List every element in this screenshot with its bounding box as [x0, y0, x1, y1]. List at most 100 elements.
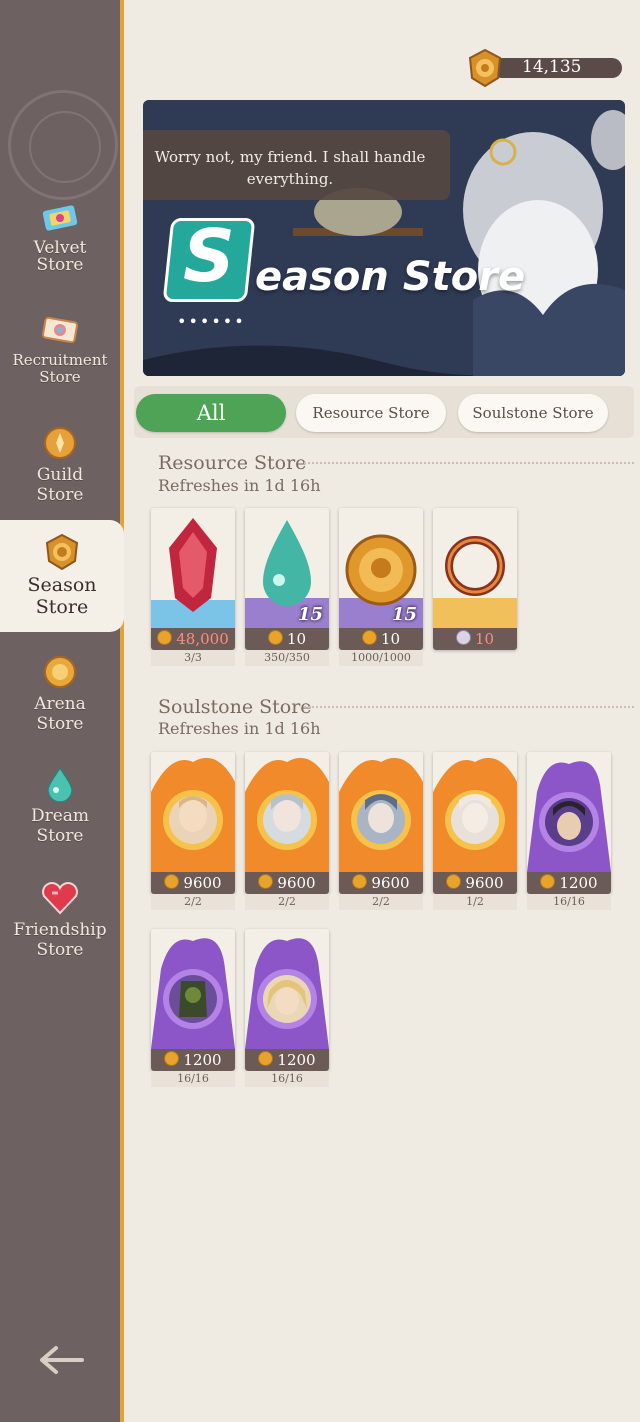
item-price: 9600 [151, 872, 235, 894]
sidebar-item-recruitment-store[interactable]: Recruitment Store [0, 312, 120, 396]
soulstone-item-card[interactable]: 9600 1/2 [433, 752, 517, 910]
soulstone-item-card[interactable]: 1200 16/16 [245, 929, 329, 1087]
sidebar-item-guild-store[interactable]: Guild Store [0, 425, 120, 515]
item-quantity: 15 [391, 604, 417, 625]
sidebar-item-arena-store[interactable]: Arena Store [0, 654, 120, 744]
soulstone-item-card[interactable]: 1200 16/16 [527, 752, 611, 910]
currency-display: 14,135 [468, 49, 622, 87]
sidebar: Velvet Store Recruitment Store Guild Sto… [0, 0, 124, 1422]
store-filter-tabs: All Resource Store Soulstone Store [134, 386, 634, 438]
item-purchase-limit: 1/2 [433, 894, 517, 910]
item-purchase-limit: 2/2 [245, 894, 329, 910]
item-price-value: 10 [474, 630, 495, 648]
tab-all[interactable]: All [136, 394, 286, 432]
fire-soulstone-art [151, 752, 235, 872]
resource-item-card[interactable]: 15 10 1000/1000 [339, 508, 423, 666]
coin-icon [540, 874, 556, 889]
sidebar-label-line2: Store [39, 368, 81, 386]
coin-icon [164, 874, 180, 889]
velvet-ticket-icon [42, 205, 78, 231]
resource-store-title: Resource Store [158, 452, 634, 474]
season-logo-letter: S [183, 214, 235, 298]
sidebar-item-dream-store[interactable]: Dream Store [0, 766, 120, 856]
red-crystal-art [151, 508, 235, 628]
item-face: 1200 [527, 752, 611, 894]
item-purchase-limit: 2/2 [151, 894, 235, 910]
resource-item-card[interactable]: 48,000 3/3 [151, 508, 235, 666]
soulstone-item-card[interactable]: 1200 16/16 [151, 929, 235, 1087]
tab-soulstone-store[interactable]: Soulstone Store [458, 394, 608, 432]
item-price-value: 48,000 [176, 630, 229, 648]
sidebar-label-line2: Store [36, 255, 84, 275]
season-store-banner: Worry not, my friend. I shall handle eve… [143, 100, 625, 376]
sidebar-label-line2: Store [36, 826, 84, 846]
item-face: 1200 [151, 929, 235, 1071]
item-price-value: 10 [380, 630, 401, 648]
item-price: 10 [339, 628, 423, 650]
item-price: 48,000 [151, 628, 235, 650]
item-price: 1200 [151, 1049, 235, 1071]
item-price-value: 9600 [465, 874, 504, 892]
item-price: 1200 [245, 1049, 329, 1071]
coin-icon [352, 874, 368, 889]
purple-soulstone-art [527, 752, 611, 872]
sidebar-label-line1: Guild [36, 465, 84, 485]
item-price-value: 9600 [277, 874, 316, 892]
sidebar-item-velvet-store[interactable]: Velvet Store [0, 200, 120, 284]
item-purchase-limit: 1000/1000 [339, 650, 423, 666]
section-title-text: Resource Store [158, 452, 307, 474]
item-price-value: 1200 [183, 1051, 222, 1069]
resource-item-card[interactable]: 15 10 350/350 [245, 508, 329, 666]
item-price-value: 1200 [559, 874, 598, 892]
soulstone-store-refresh: Refreshes in 1d 16h [158, 719, 321, 738]
item-purchase-limit: 16/16 [527, 894, 611, 910]
resource-item-card[interactable]: 10 [433, 508, 517, 666]
recruitment-ticket-icon [41, 316, 79, 344]
tab-resource-store[interactable]: Resource Store [296, 394, 446, 432]
soulstone-item-card[interactable]: 9600 2/2 [245, 752, 329, 910]
season-coin-icon [45, 534, 79, 570]
item-price-value: 9600 [371, 874, 410, 892]
item-face: 9600 [245, 752, 329, 894]
dream-drop-icon [47, 766, 73, 802]
coin-icon [361, 630, 377, 645]
item-purchase-limit: 16/16 [245, 1071, 329, 1087]
item-face: 15 10 [339, 508, 423, 650]
section-divider [304, 462, 634, 464]
item-price-value: 1200 [277, 1051, 316, 1069]
item-price: 10 [245, 628, 329, 650]
back-arrow-icon[interactable] [36, 1340, 86, 1380]
season-coin-icon [468, 49, 502, 87]
sidebar-label-line1: Arena [34, 694, 86, 714]
sidebar-label-line1: Season [27, 574, 97, 596]
item-purchase-limit: 2/2 [339, 894, 423, 910]
section-divider [304, 706, 634, 708]
sidebar-item-season-store[interactable]: Season Store [0, 520, 124, 632]
purple-soulstone-art [245, 929, 329, 1049]
soulstone-item-card[interactable]: 9600 2/2 [339, 752, 423, 910]
item-price: 9600 [339, 872, 423, 894]
coin-icon [157, 630, 173, 645]
item-price-value: 9600 [183, 874, 222, 892]
item-face: 9600 [339, 752, 423, 894]
coin-icon [258, 1051, 274, 1066]
banner-title: eason Store [255, 254, 526, 300]
sidebar-label-line2: Store [36, 940, 84, 960]
item-price: 9600 [245, 872, 329, 894]
npc-speech-bubble: Worry not, my friend. I shall handle eve… [143, 130, 450, 200]
ring-art [433, 508, 517, 628]
sidebar-label-line1: Friendship [13, 920, 107, 940]
sidebar-label-line1: Recruitment [12, 351, 108, 369]
coin-icon [164, 1051, 180, 1066]
fire-soulstone-art [245, 752, 329, 872]
sidebar-item-friendship-store[interactable]: Friendship Store [0, 880, 120, 970]
soulstone-store-title: Soulstone Store [158, 696, 634, 718]
arena-coin-icon [44, 656, 76, 688]
purple-soulstone-art [151, 929, 235, 1049]
sidebar-label-line2: Store [36, 485, 84, 505]
soulstone-item-card[interactable]: 9600 2/2 [151, 752, 235, 910]
coin-icon [446, 874, 462, 889]
resource-store-refresh: Refreshes in 1d 16h [158, 476, 321, 495]
section-title-text: Soulstone Store [158, 696, 312, 718]
item-face: 9600 [151, 752, 235, 894]
